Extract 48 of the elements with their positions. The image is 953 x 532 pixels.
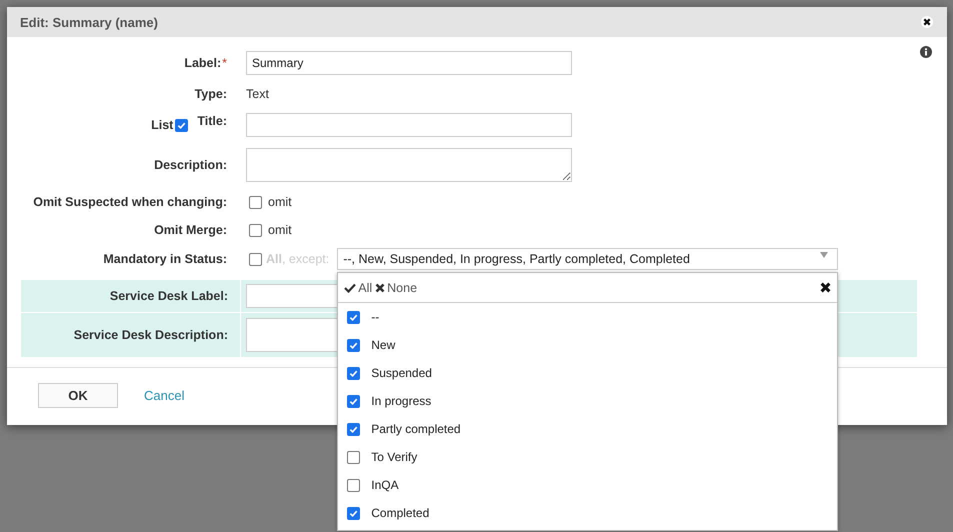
required-mark: * xyxy=(222,56,227,70)
close-icon[interactable] xyxy=(921,16,933,28)
info-icon[interactable] xyxy=(920,46,932,58)
field-label: Label: xyxy=(184,56,222,70)
status-option[interactable]: Partly completed xyxy=(371,422,461,436)
checkbox-label: omit xyxy=(268,195,292,209)
field-label: Omit Suspected when changing: xyxy=(33,195,227,209)
status-option[interactable]: To Verify xyxy=(371,450,418,464)
status-option[interactable]: -- xyxy=(371,310,380,324)
select-all-button[interactable]: All xyxy=(344,280,372,294)
checkbox[interactable] xyxy=(347,394,360,408)
status-option[interactable]: Suspended xyxy=(371,366,432,380)
status-option[interactable]: InQA xyxy=(371,478,399,492)
status-option[interactable]: Completed xyxy=(371,506,430,520)
status-select[interactable]: --, New, Suspended, In progress, Partly completed, Completed xyxy=(337,248,838,270)
checkbox-label: omit xyxy=(268,223,292,237)
checkbox[interactable] xyxy=(347,310,360,324)
field-label: Mandatory in Status: xyxy=(103,252,227,266)
checkbox[interactable] xyxy=(347,366,360,380)
title-input[interactable] xyxy=(246,113,572,137)
field-label: Omit Merge: xyxy=(154,223,227,237)
field-label: Type: xyxy=(194,87,227,101)
select-none-button[interactable]: None xyxy=(375,280,418,294)
checkbox[interactable] xyxy=(249,196,262,208)
status-option[interactable]: New xyxy=(371,338,396,352)
checkbox[interactable] xyxy=(347,338,360,352)
checkbox[interactable] xyxy=(347,422,360,436)
field-label: Title: xyxy=(197,114,227,128)
ok-button[interactable]: OK xyxy=(38,383,118,408)
list-label: List xyxy=(151,118,174,132)
checkbox[interactable] xyxy=(347,478,360,492)
checkbox[interactable] xyxy=(249,252,262,266)
label-input[interactable]: Summary xyxy=(246,51,572,75)
status-option[interactable]: In progress xyxy=(371,394,432,408)
field-label: Description: xyxy=(154,158,227,172)
cross-icon xyxy=(375,282,386,292)
checkbox[interactable] xyxy=(249,224,262,236)
field-label: Service Desk Description: xyxy=(74,328,228,342)
dropdown-arrow-icon xyxy=(820,252,828,258)
close-icon[interactable] xyxy=(820,282,832,293)
check-icon xyxy=(344,282,356,292)
checkbox[interactable] xyxy=(347,506,360,520)
dialog-title: Edit: Summary (name) xyxy=(20,14,159,30)
cancel-link[interactable]: Cancel xyxy=(144,388,184,403)
checkbox[interactable] xyxy=(175,118,188,132)
checkbox[interactable] xyxy=(347,450,360,464)
field-label: Service Desk Label: xyxy=(110,289,228,303)
type-value: Text xyxy=(246,87,269,101)
